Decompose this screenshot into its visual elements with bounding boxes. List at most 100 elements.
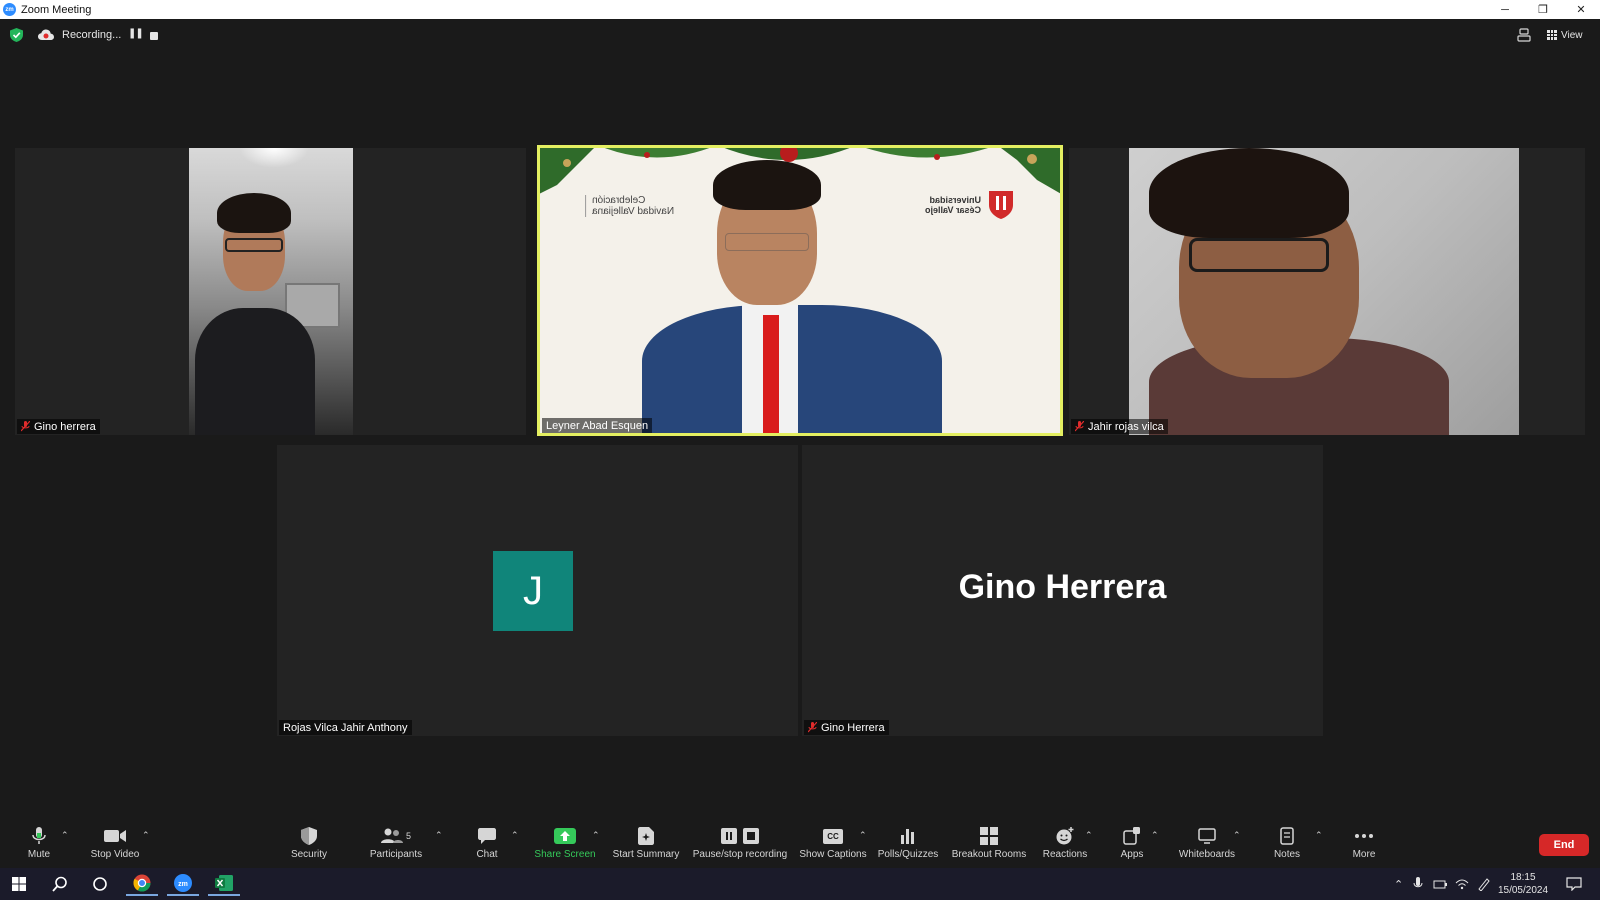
participants-options-chevron-icon[interactable]: ⌃ xyxy=(435,830,443,841)
reactions-button[interactable]: Reactions xyxy=(1040,818,1090,868)
recording-status: Recording... xyxy=(62,29,122,41)
reactions-label: Reactions xyxy=(1042,849,1088,860)
participant-name-tag: Jahir rojas vilca xyxy=(1071,419,1168,434)
participant-name: Rojas Vilca Jahir Anthony xyxy=(283,721,408,734)
notification-center-icon[interactable] xyxy=(1558,872,1590,896)
participants-count: 5 xyxy=(405,831,411,841)
breakout-rooms-label: Breakout Rooms xyxy=(951,849,1027,860)
polls-quizzes-button[interactable]: Polls/Quizzes xyxy=(877,818,939,868)
recording-stop-icon[interactable] xyxy=(150,32,158,40)
breakout-rooms-button[interactable]: Breakout Rooms xyxy=(950,818,1028,868)
chat-label: Chat xyxy=(476,849,498,860)
video-options-chevron-icon[interactable]: ⌃ xyxy=(142,830,150,841)
summary-document-icon xyxy=(638,827,654,845)
security-shield-icon[interactable] xyxy=(10,28,23,42)
window-title: Zoom Meeting xyxy=(21,3,92,16)
apps-icon xyxy=(1123,827,1140,845)
cortana-icon[interactable] xyxy=(84,872,116,896)
more-button[interactable]: More xyxy=(1349,818,1379,868)
start-summary-button[interactable]: Start Summary xyxy=(610,818,682,868)
participants-button[interactable]: 5 Participants xyxy=(368,818,424,868)
video-camera-icon xyxy=(104,830,126,842)
zoom-taskbar-icon[interactable]: zm xyxy=(167,872,199,896)
participant-name-tag: Rojas Vilca Jahir Anthony xyxy=(279,720,412,735)
more-label: More xyxy=(1352,849,1376,860)
start-summary-label: Start Summary xyxy=(612,849,680,860)
participant-name-tag: Gino Herrera xyxy=(804,720,889,735)
speaker-view-icon[interactable] xyxy=(1517,28,1531,42)
end-meeting-button[interactable]: End xyxy=(1539,834,1589,856)
muted-mic-icon xyxy=(1075,421,1084,432)
whiteboards-button[interactable]: Whiteboards xyxy=(1177,818,1237,868)
more-dots-icon xyxy=(1355,834,1373,838)
share-options-chevron-icon[interactable]: ⌃ xyxy=(592,830,600,841)
pause-stop-recording-button[interactable]: Pause/stop recording xyxy=(692,818,788,868)
mute-label: Mute xyxy=(27,849,51,860)
participant-name-tag: Leyner Abad Esquen xyxy=(542,418,653,433)
show-captions-label: Show Captions xyxy=(799,849,867,860)
excel-taskbar-icon[interactable] xyxy=(208,872,240,896)
captions-options-chevron-icon[interactable]: ⌃ xyxy=(859,830,867,841)
stop-video-button[interactable]: Stop Video xyxy=(88,818,142,868)
cloud-recording-icon xyxy=(38,29,54,40)
notes-options-chevron-icon[interactable]: ⌃ xyxy=(1315,830,1323,841)
tray-expand-chevron-icon[interactable]: ⌃ xyxy=(1394,878,1403,891)
clock-date: 15/05/2024 xyxy=(1497,885,1549,896)
participant-video xyxy=(1129,148,1519,435)
tray-battery-icon[interactable] xyxy=(1433,878,1448,890)
apps-options-chevron-icon[interactable]: ⌃ xyxy=(1151,830,1159,841)
closed-captions-icon: CC xyxy=(823,828,843,844)
participant-tile-rojas-vilca-jahir-anthony[interactable]: J Rojas Vilca Jahir Anthony xyxy=(277,445,798,736)
participant-video xyxy=(189,148,353,435)
participant-name: Leyner Abad Esquen xyxy=(546,419,649,432)
show-captions-button[interactable]: CC Show Captions xyxy=(798,818,868,868)
grid-icon xyxy=(1547,30,1557,40)
windows-start-icon[interactable] xyxy=(3,872,35,896)
participants-label: Participants xyxy=(369,849,423,860)
muted-mic-icon xyxy=(21,421,30,432)
participant-tile-gino-herrera[interactable]: Gino herrera xyxy=(15,148,526,435)
view-button[interactable]: View xyxy=(1547,26,1583,44)
share-screen-label: Share Screen xyxy=(534,849,596,860)
apps-label: Apps xyxy=(1120,849,1144,860)
participant-video: Celebración Navidad Vallejiana Universid… xyxy=(537,145,1063,436)
tray-wifi-icon[interactable] xyxy=(1455,878,1469,890)
participant-name: Gino herrera xyxy=(34,420,96,433)
whiteboard-icon xyxy=(1198,828,1216,844)
notes-label: Notes xyxy=(1273,849,1301,860)
participant-display-name: Gino Herrera xyxy=(958,568,1167,606)
reactions-options-chevron-icon[interactable]: ⌃ xyxy=(1085,830,1093,841)
notes-button[interactable]: Notes xyxy=(1271,818,1303,868)
apps-button[interactable]: Apps xyxy=(1117,818,1147,868)
share-screen-button[interactable]: Share Screen xyxy=(532,818,598,868)
chat-options-chevron-icon[interactable]: ⌃ xyxy=(511,830,519,841)
recording-pause-icon[interactable]: ❚❚ xyxy=(128,28,144,39)
participant-tile-jahir-rojas-vilca[interactable]: Jahir rojas vilca xyxy=(1069,148,1585,435)
reaction-smiley-icon xyxy=(1056,827,1074,845)
restore-button[interactable]: ❐ xyxy=(1524,0,1562,19)
participant-tile-active-speaker[interactable]: Celebración Navidad Vallejiana Universid… xyxy=(537,145,1063,436)
clock-time: 18:15 xyxy=(1510,872,1536,883)
security-button[interactable]: Security xyxy=(289,818,329,868)
share-screen-icon xyxy=(554,828,576,844)
participant-name: Jahir rojas vilca xyxy=(1088,420,1164,433)
meeting-topbar: Recording... ❚❚ View xyxy=(0,19,1600,53)
meeting-toolbar: Mute ⌃ Stop Video ⌃ Security 5 Participa… xyxy=(0,818,1600,868)
svg-text:zm: zm xyxy=(178,881,188,888)
tray-microphone-icon[interactable] xyxy=(1413,877,1423,891)
mute-button[interactable]: Mute xyxy=(22,818,56,868)
avatar: J xyxy=(493,551,573,631)
taskbar-clock[interactable]: 18:15 15/05/2024 xyxy=(1488,871,1558,897)
chrome-taskbar-icon[interactable] xyxy=(126,872,158,896)
notes-icon xyxy=(1280,827,1294,845)
close-button[interactable]: ✕ xyxy=(1562,0,1600,19)
chat-button[interactable]: Chat xyxy=(472,818,502,868)
whiteboards-options-chevron-icon[interactable]: ⌃ xyxy=(1233,830,1241,841)
pause-stop-recording-label: Pause/stop recording xyxy=(692,849,788,860)
university-logo xyxy=(989,191,1013,219)
participant-tile-gino-herrera-2[interactable]: Gino Herrera Gino Herrera xyxy=(802,445,1323,736)
search-icon[interactable] xyxy=(44,872,76,896)
bar-chart-icon xyxy=(901,829,914,844)
mute-options-chevron-icon[interactable]: ⌃ xyxy=(61,830,69,841)
minimize-button[interactable]: ─ xyxy=(1486,0,1524,19)
